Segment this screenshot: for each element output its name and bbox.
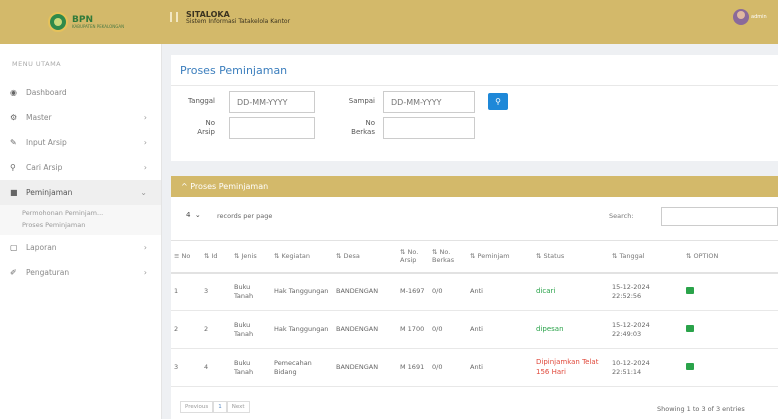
table-search-input[interactable] — [661, 207, 778, 226]
page-title: Proses Peminjaman — [180, 64, 288, 77]
sidebar: MENU UTAMA ◉ Dashboard ⚙ Master › ✎ Inpu… — [0, 44, 162, 419]
chevron-down-icon: ⌄ — [140, 188, 147, 197]
process-icon[interactable] — [686, 362, 694, 370]
sidebar-subitem-permohonan[interactable]: Permohonan Peminjam... — [0, 207, 161, 219]
records-per-page-select[interactable]: 4 ⌄ — [186, 211, 201, 219]
filter-card: Proses Peminjaman Tanggal No Arsip Sampa… — [171, 55, 778, 161]
menu-section-header: MENU UTAMA — [12, 60, 62, 68]
sidebar-item-dashboard[interactable]: ◉ Dashboard — [0, 80, 161, 105]
col-no-arsip[interactable]: ⇅ No. Arsip — [397, 240, 429, 274]
chevron-right-icon: › — [143, 113, 147, 122]
tanggal-label: Tanggal — [188, 97, 215, 105]
col-no-berkas[interactable]: ⇅ No. Berkas — [429, 240, 467, 274]
table-row: 2 2 Buku Tanah Hak Tanggungan BANDENGAN … — [171, 310, 778, 349]
status-badge: Dipinjamkan Telat 156 Hari — [533, 348, 609, 387]
proses-peminjaman-panel: ^ Proses Peminjaman 4 ⌄ records per page… — [171, 176, 778, 419]
table-row: 1 3 Buku Tanah Hak Tanggungan BANDENGAN … — [171, 272, 778, 311]
app-title: SITALOKA Sistem Informasi Tatakelola Kan… — [186, 10, 291, 26]
col-tanggal[interactable]: ⇅ Tanggal — [609, 240, 683, 274]
peminjaman-table: ≡ No ⇅ Id ⇅ Jenis ⇅ Kegiatan ⇅ Desa ⇅ No… — [171, 240, 778, 387]
process-icon[interactable] — [686, 324, 694, 332]
menu-toggle-icon[interactable] — [170, 12, 178, 22]
table-row: 3 4 Buku Tanah Pemecahan Bidang BANDENGA… — [171, 348, 778, 387]
no-berkas-input[interactable] — [383, 117, 475, 139]
table-header-row: ≡ No ⇅ Id ⇅ Jenis ⇅ Kegiatan ⇅ Desa ⇅ No… — [171, 240, 778, 274]
brand-subname: KABUPATEN PEKALONGAN — [72, 23, 125, 29]
col-desa[interactable]: ⇅ Desa — [333, 240, 397, 274]
top-navbar: BPN KABUPATEN PEKALONGAN SITALOKA Sistem… — [0, 0, 778, 44]
sidebar-item-input-arsip[interactable]: ✎ Input Arsip › — [0, 130, 161, 155]
sidebar-item-peminjaman[interactable]: ■ Peminjaman ⌄ — [0, 180, 161, 205]
col-status[interactable]: ⇅ Status — [533, 240, 609, 274]
no-arsip-input[interactable] — [229, 117, 315, 139]
search-button[interactable]: ⚲ — [488, 93, 508, 110]
user-avatar[interactable] — [733, 9, 749, 25]
wrench-icon: ✐ — [10, 268, 17, 277]
col-no[interactable]: ≡ No — [171, 240, 201, 274]
sidebar-item-pengaturan[interactable]: ✐ Pengaturan › — [0, 260, 161, 285]
bpn-logo-icon — [48, 12, 68, 32]
status-badge: dipesan — [533, 310, 609, 349]
col-kegiatan[interactable]: ⇅ Kegiatan — [271, 240, 333, 274]
user-name[interactable]: admin — [751, 14, 767, 20]
pagination: Previous 1 Next — [180, 401, 250, 413]
process-icon[interactable] — [686, 286, 694, 294]
pager-page-1[interactable]: 1 — [213, 401, 227, 413]
sidebar-item-laporan[interactable]: ▢ Laporan › — [0, 235, 161, 260]
records-per-page-label: records per page — [217, 212, 273, 220]
master-icon: ⚙ — [10, 113, 18, 122]
dashboard-icon: ◉ — [10, 88, 17, 97]
pager-next[interactable]: Next — [226, 401, 250, 413]
pen-icon: ✎ — [10, 138, 17, 147]
file-icon: ▢ — [10, 243, 18, 252]
peminjaman-submenu: Permohonan Peminjam... Proses Peminjaman — [0, 205, 161, 235]
no-arsip-label: No Arsip — [197, 119, 215, 137]
table-search-label: Search: — [609, 212, 634, 220]
chevron-right-icon: › — [143, 243, 147, 252]
sidebar-item-cari-arsip[interactable]: ⚲ Cari Arsip › — [0, 155, 161, 180]
chevron-right-icon: › — [143, 163, 147, 172]
table-info: Showing 1 to 3 of 3 entries — [657, 405, 745, 413]
sampai-label: Sampai — [348, 97, 375, 105]
col-id[interactable]: ⇅ Id — [201, 240, 231, 274]
status-badge: dicari — [533, 272, 609, 311]
brand[interactable]: BPN KABUPATEN PEKALONGAN — [0, 0, 162, 44]
divider — [171, 85, 778, 86]
no-berkas-label: No Berkas — [351, 119, 375, 137]
panel-header[interactable]: ^ Proses Peminjaman — [171, 176, 778, 197]
sampai-input[interactable] — [383, 91, 475, 113]
col-option[interactable]: ⇅ OPTION — [683, 240, 778, 274]
search-icon: ⚲ — [10, 163, 16, 172]
sidebar-subitem-proses[interactable]: Proses Peminjaman — [0, 219, 161, 231]
col-peminjam[interactable]: ⇅ Peminjam — [467, 240, 533, 274]
chevron-right-icon: › — [143, 268, 147, 277]
book-icon: ■ — [10, 188, 18, 197]
tanggal-input[interactable] — [229, 91, 315, 113]
col-jenis[interactable]: ⇅ Jenis — [231, 240, 271, 274]
table-toolbar: 4 ⌄ records per page Search: — [171, 197, 778, 237]
chevron-right-icon: › — [143, 138, 147, 147]
pager-previous[interactable]: Previous — [180, 401, 214, 413]
search-icon: ⚲ — [495, 97, 501, 106]
sidebar-item-master[interactable]: ⚙ Master › — [0, 105, 161, 130]
